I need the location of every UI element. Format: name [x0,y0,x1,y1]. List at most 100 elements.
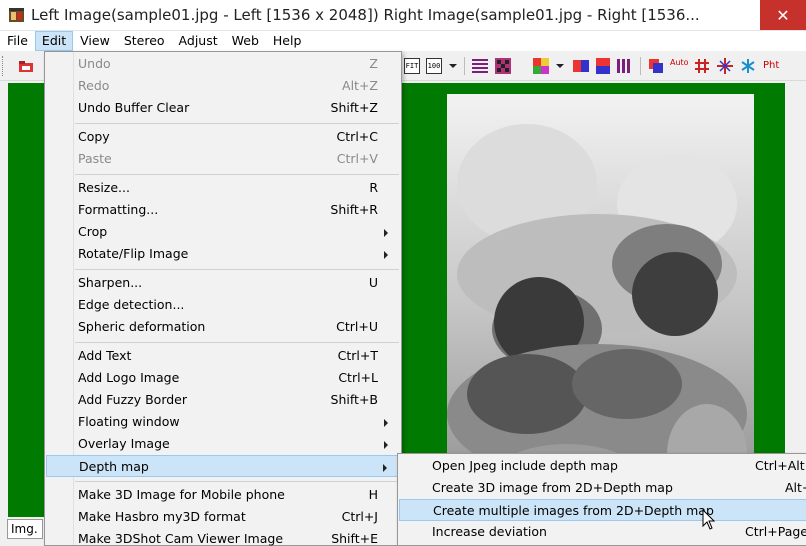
menu-item-crop[interactable]: Crop [46,221,400,243]
menu-separator [75,123,399,124]
status-image-label: Img. [7,519,43,539]
menu-item-spheric-deformation[interactable]: Spheric deformation Ctrl+U [46,316,400,338]
menu-item-edge-detection[interactable]: Edge detection... [46,294,400,316]
open-folder-icon[interactable] [18,58,34,74]
menu-item-label: Add Text [78,348,132,363]
menu-item-label: Open Jpeg include depth map [432,458,618,473]
menu-item-floating-window[interactable]: Floating window [46,411,400,433]
menu-item-add-text[interactable]: Add Text Ctrl+T [46,345,400,367]
menu-item-make-3dshot-cam[interactable]: Make 3DShot Cam Viewer Image Shift+E [46,528,400,546]
menu-item-label: Create 3D image from 2D+Depth map [432,480,673,495]
menu-item-label: Floating window [78,414,180,429]
menu-item-label: Make 3DShot Cam Viewer Image [78,531,284,546]
mouse-pointer-icon [702,509,716,530]
interlaced-lines-icon[interactable] [472,58,488,74]
menu-item-make-3d-mobile[interactable]: Make 3D Image for Mobile phone H [46,484,400,506]
menu-item-undo[interactable]: Undo Z [46,53,400,75]
menu-item-formatting[interactable]: Formatting... Shift+R [46,199,400,221]
menu-item-label: Depth map [79,459,149,474]
menu-file[interactable]: File [0,31,35,51]
menu-item-resize[interactable]: Resize... R [46,177,400,199]
menu-separator [75,174,399,175]
menu-view[interactable]: View [73,31,117,51]
menu-item-copy[interactable]: Copy Ctrl+C [46,126,400,148]
menu-item-make-hasbro-my3d[interactable]: Make Hasbro my3D format Ctrl+J [46,506,400,528]
menu-item-label: Undo Buffer Clear [78,100,190,115]
menu-item-label: Crop [78,224,108,239]
menu-item-label: Make 3D Image for Mobile phone [78,487,285,502]
submenu-arrow-icon [383,464,387,472]
submenu-arrow-icon [384,441,388,449]
menu-web[interactable]: Web [225,31,266,51]
mosaic-dropdown-icon[interactable] [556,64,564,68]
submenu-item-create-multiple-images[interactable]: Create multiple images from 2D+Depth map [399,499,806,521]
menu-edit[interactable]: Edit [34,31,74,51]
menu-item-label: Add Logo Image [78,370,180,385]
menu-item-depth-map[interactable]: Depth map [46,455,400,477]
toolbar-separator [640,57,641,75]
menu-item-rotate-flip-image[interactable]: Rotate/Flip Image [46,243,400,265]
menu-stereo[interactable]: Stereo [117,31,172,51]
menu-item-shortcut: Z [369,56,378,71]
menu-item-paste[interactable]: Paste Ctrl+V [46,148,400,170]
menu-item-shortcut: Ctrl+U [336,319,378,334]
crosshair-icon[interactable] [717,58,733,74]
menu-item-label: Redo [78,78,110,93]
menu-item-shortcut: Shift+B [330,392,378,407]
submenu-arrow-icon [384,419,388,427]
auto-align-button[interactable]: Auto [670,58,689,74]
menu-item-shortcut: U [368,275,378,290]
menu-item-undo-buffer-clear[interactable]: Undo Buffer Clear Shift+Z [46,97,400,119]
submenu-arrow-icon [384,251,388,259]
menu-item-shortcut: R [369,180,378,195]
menu-item-label: Overlay Image [78,436,170,451]
close-button[interactable]: ✕ [760,0,806,30]
side-by-side-icon[interactable] [573,58,589,74]
submenu-item-create-3d-image[interactable]: Create 3D image from 2D+Depth map Alt+ [399,477,806,499]
over-under-icon[interactable] [595,58,611,74]
menu-item-label: Resize... [78,180,130,195]
menu-item-label: Copy [78,129,110,144]
menu-item-redo[interactable]: Redo Alt+Z [46,75,400,97]
menu-item-label: Increase deviation [432,524,547,539]
window-title: Left Image(sample01.jpg - Left [1536 x 2… [31,6,700,24]
menu-item-add-fuzzy-border[interactable]: Add Fuzzy Border Shift+B [46,389,400,411]
title-bar: Left Image(sample01.jpg - Left [1536 x 2… [0,0,806,31]
close-icon: ✕ [776,5,790,25]
menu-adjust[interactable]: Adjust [172,31,225,51]
menu-item-label: Undo [78,56,111,71]
menu-item-sharpen[interactable]: Sharpen... U [46,272,400,294]
menu-item-shortcut: Ctrl+PageU [745,524,806,539]
vertical-scrollbar[interactable] [785,83,806,517]
menu-separator [75,481,399,482]
toolbar-separator [464,57,465,75]
zoom-dropdown-icon[interactable] [449,64,457,68]
menu-separator [75,342,399,343]
toolbar-grip [2,56,5,76]
anaglyph-overlap-icon[interactable] [648,58,664,74]
menu-item-label: Add Fuzzy Border [78,392,188,407]
menu-item-overlay-image[interactable]: Overlay Image [46,433,400,455]
menu-item-shortcut: Alt+Z [342,78,378,93]
menu-item-label: Edge detection... [78,297,185,312]
snowflake-icon[interactable] [740,58,756,74]
menu-item-shortcut: H [368,487,378,502]
menu-item-shortcut: Ctrl+T [337,348,378,363]
submenu-item-open-jpeg-depth[interactable]: Open Jpeg include depth map Ctrl+Alt+ [399,455,806,477]
grid-adjust-icon[interactable] [694,58,710,74]
fit-window-button[interactable]: FIT [404,58,420,74]
menu-help[interactable]: Help [266,31,309,51]
submenu-item-increase-deviation[interactable]: Increase deviation Ctrl+PageU [399,521,806,543]
menu-item-label: Rotate/Flip Image [78,246,189,261]
vertical-interlace-icon[interactable] [617,58,633,74]
menu-item-shortcut: Alt+ [785,480,806,495]
menu-item-shortcut: Shift+Z [330,100,378,115]
menu-item-shortcut: Shift+E [331,531,378,546]
color-mosaic-icon[interactable] [533,58,549,74]
pht-button[interactable]: Pht [763,58,787,74]
menu-item-shortcut: Ctrl+Alt+ [755,458,806,473]
zoom-100-button[interactable]: 100 [426,58,442,74]
menu-item-add-logo-image[interactable]: Add Logo Image Ctrl+L [46,367,400,389]
checker-pattern-icon[interactable] [495,58,511,74]
menu-item-shortcut: Ctrl+C [336,129,378,144]
